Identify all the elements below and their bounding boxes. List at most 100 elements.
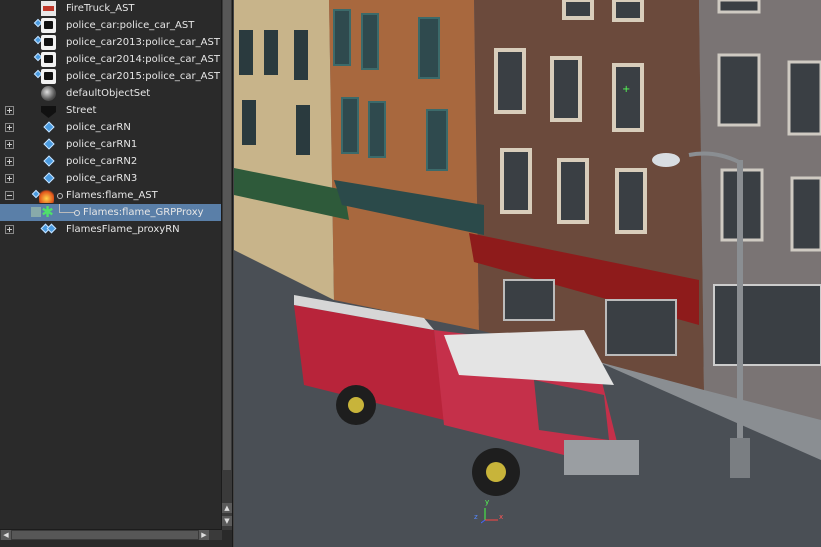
window: [612, 0, 644, 22]
outliner-item-flames-flame-grpproxy[interactable]: ✱ Flames:flame_GRPProxy: [0, 204, 222, 221]
axis-z-label: z: [474, 513, 478, 521]
outliner-item-label: police_car2015:police_car_AST: [66, 71, 220, 82]
window: [426, 109, 448, 171]
building-brown: [329, 0, 479, 330]
police-car-icon: [41, 52, 56, 67]
outliner-item-flames-flame-ast[interactable]: Flames:flame_AST: [0, 187, 222, 204]
outliner-item-label: police_carRN3: [66, 173, 138, 184]
police-car-icon: [41, 18, 56, 33]
collapse-icon[interactable]: [5, 191, 14, 200]
scroll-left-icon[interactable]: ◀: [1, 530, 11, 540]
shop-window: [713, 284, 821, 366]
window: [790, 176, 821, 252]
reference-node-icon: [43, 155, 55, 167]
reference-node-icon: [46, 223, 57, 234]
window: [717, 0, 761, 14]
outliner-item-police-carrn2[interactable]: police_carRN2: [0, 153, 222, 170]
connector-node-icon: [74, 210, 80, 216]
scrollbar-thumb[interactable]: [223, 0, 231, 470]
outliner-horizontal-scrollbar[interactable]: ◀ ▶: [0, 529, 222, 540]
outliner-item-police-car2015-ast[interactable]: police_car2015:police_car_AST: [0, 68, 222, 85]
firetruck-bumper: [564, 440, 639, 475]
outliner-tree: FireTruck_AST police_car:police_car_AST …: [0, 0, 222, 530]
window: [562, 0, 594, 20]
outliner-item-label: Street: [66, 105, 97, 116]
outliner-item-police-carrn1[interactable]: police_carRN1: [0, 136, 222, 153]
outliner-item-police-car-ast[interactable]: police_car:police_car_AST: [0, 17, 222, 34]
outliner-item-police-car2014-ast[interactable]: police_car2014:police_car_AST: [0, 51, 222, 68]
street-icon: [41, 106, 56, 118]
expand-icon[interactable]: [5, 174, 14, 183]
window: [717, 53, 761, 127]
axis-y-label: y: [485, 498, 490, 506]
window: [500, 148, 532, 214]
outliner-item-flamesflame-proxyrn[interactable]: FlamesFlame_proxyRN: [0, 221, 222, 238]
scrollbar-thumb[interactable]: [12, 531, 198, 539]
window: [557, 158, 589, 224]
police-car-icon: [41, 35, 56, 50]
window: [264, 30, 278, 75]
window: [361, 13, 379, 70]
window: [242, 100, 256, 145]
outliner-item-label: police_carRN1: [66, 139, 138, 150]
outliner-item-default-object-set[interactable]: defaultObjectSet: [0, 85, 222, 102]
outliner-item-label: police_carRN2: [66, 156, 138, 167]
outliner-item-label: FlamesFlame_proxyRN: [66, 224, 180, 235]
scroll-right-icon[interactable]: ▶: [199, 530, 209, 540]
outliner-item-label: FireTruck_AST: [66, 3, 135, 14]
reference-node-icon: [43, 172, 55, 184]
outliner-item-label: police_car:police_car_AST: [66, 20, 195, 31]
window: [550, 56, 582, 122]
street-lamp-pole: [737, 160, 743, 455]
expand-icon[interactable]: [5, 225, 14, 234]
window: [333, 9, 351, 66]
outliner-item-label: police_car2014:police_car_AST: [66, 54, 220, 65]
outliner-item-label: police_car2013:police_car_AST: [66, 37, 220, 48]
expand-icon[interactable]: [5, 106, 14, 115]
expand-icon[interactable]: [5, 140, 14, 149]
firetruck-hub: [348, 397, 364, 413]
outliner-item-label: Flames:flame_GRPProxy: [83, 207, 204, 218]
window: [615, 168, 647, 234]
window: [341, 97, 359, 154]
scroll-up-icon[interactable]: ▲: [222, 503, 232, 513]
outliner-item-label: defaultObjectSet: [66, 88, 151, 99]
outliner-item-firetruck-ast[interactable]: FireTruck_AST: [0, 0, 222, 17]
outliner-item-police-carrn[interactable]: police_carRN: [0, 119, 222, 136]
outliner-panel: FireTruck_AST police_car:police_car_AST …: [0, 0, 233, 547]
window: [612, 63, 644, 132]
outliner-vertical-scrollbar[interactable]: ▲ ▼: [221, 0, 232, 530]
window: [294, 30, 308, 80]
window: [418, 17, 440, 79]
object-set-icon: [41, 86, 56, 101]
outliner-item-police-car2013-ast[interactable]: police_car2013:police_car_AST: [0, 34, 222, 51]
police-car-icon: [41, 69, 56, 84]
outliner-item-street[interactable]: Street: [0, 102, 222, 119]
shop-window: [503, 279, 555, 321]
window: [296, 105, 310, 155]
shop-window: [605, 299, 677, 356]
window: [494, 48, 526, 114]
window: [239, 30, 253, 75]
outliner-item-police-carrn3[interactable]: police_carRN3: [0, 170, 222, 187]
manipulator-cross-icon[interactable]: +: [622, 84, 630, 95]
maya-workspace: FireTruck_AST police_car:police_car_AST …: [0, 0, 821, 547]
window: [368, 101, 386, 158]
3d-viewport[interactable]: + y x z: [234, 0, 821, 547]
proxy-icon: ✱: [41, 203, 54, 221]
firetruck-hub: [486, 462, 506, 482]
scroll-down-icon[interactable]: ▼: [222, 516, 232, 526]
window: [787, 60, 821, 136]
flame-icon: [39, 188, 54, 203]
outliner-item-label: police_carRN: [66, 122, 131, 133]
street-lamp-base: [730, 438, 750, 478]
tree-line: [59, 212, 75, 213]
expand-icon[interactable]: [5, 157, 14, 166]
reference-node-icon: [43, 121, 55, 133]
expand-icon[interactable]: [5, 123, 14, 132]
reference-node-icon: [43, 138, 55, 150]
street-lamp-head: [652, 153, 680, 167]
firetruck-icon: [41, 1, 56, 16]
axis-x-label: x: [499, 513, 504, 521]
outliner-item-label: Flames:flame_AST: [66, 190, 158, 201]
